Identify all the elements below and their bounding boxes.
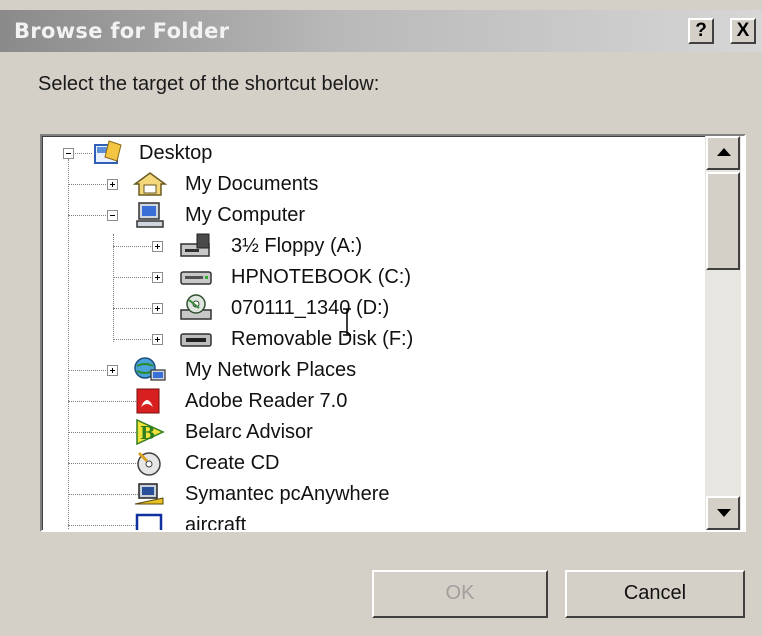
belarc-advisor-icon: B [136,418,165,446]
tree-line [113,277,153,278]
title-bar[interactable]: Browse for Folder ? X [0,10,762,52]
my-computer-icon [136,202,164,228]
my-documents-icon [133,172,167,196]
tree-line [113,308,153,309]
hard-drive-icon [180,271,212,285]
tree-item-cd-drive[interactable]: 070111_1340 (D:) [231,297,389,320]
expand-toggle-floppy[interactable] [152,241,163,252]
scroll-up-button[interactable] [706,136,740,170]
dialog-title: Browse for Folder [14,19,230,43]
tree-line [68,494,138,495]
svg-text:B: B [140,423,155,444]
tree-item-hpnotebook[interactable]: HPNOTEBOOK (C:) [231,266,411,289]
expand-toggle-my-documents[interactable] [107,179,118,190]
tree-line [113,234,114,342]
tree-item-create-cd[interactable]: Create CD [185,452,279,475]
text-cursor-icon [343,308,351,336]
tree-line [68,215,112,216]
instruction-text: Select the target of the shortcut below: [38,73,380,95]
tree-line [68,525,138,526]
desktop-icon [94,140,122,164]
ok-button[interactable]: OK [372,570,548,618]
tree-item-network-places[interactable]: My Network Places [185,359,356,382]
expand-toggle-removable-disk[interactable] [152,334,163,345]
pcanywhere-icon [134,483,164,505]
tree-line [113,339,153,340]
tree-line [68,401,138,402]
tree-line [68,184,112,185]
removable-disk-icon [180,333,212,347]
arrow-down-icon [717,509,731,517]
close-button[interactable]: X [730,18,756,44]
tree-line [68,370,112,371]
tree-item-belarc-advisor[interactable]: Belarc Advisor [185,421,313,444]
expand-toggle-cd-drive[interactable] [152,303,163,314]
network-places-icon [134,357,166,381]
scroll-down-button[interactable] [706,496,740,530]
tree-item-my-documents[interactable]: My Documents [185,173,318,196]
tree-item-pcanywhere[interactable]: Symantec pcAnywhere [185,483,390,506]
arrow-up-icon [717,148,731,156]
browse-for-folder-dialog: Browse for Folder ? X Select the target … [0,0,762,636]
expand-toggle-network-places[interactable] [107,365,118,376]
cd-drive-icon [180,294,212,320]
folder-tree[interactable]: Desktop My Documents My Computer 3½ Flop… [40,134,746,532]
folder-outline-icon [135,513,163,530]
tree-line [113,246,153,247]
collapse-toggle-my-computer[interactable] [107,210,118,221]
tree-item-my-computer[interactable]: My Computer [185,204,305,227]
collapse-toggle-desktop[interactable] [63,148,74,159]
tree-item-desktop[interactable]: Desktop [139,142,212,165]
tree-line [68,432,138,433]
scroll-thumb[interactable] [706,172,740,270]
tree-line [68,463,138,464]
tree-item-floppy[interactable]: 3½ Floppy (A:) [231,235,362,258]
tree-viewport: Desktop My Documents My Computer 3½ Flop… [42,136,706,530]
create-cd-icon [137,451,161,476]
tree-item-adobe-reader[interactable]: Adobe Reader 7.0 [185,390,347,413]
cancel-button[interactable]: Cancel [565,570,745,618]
expand-toggle-hpnotebook[interactable] [152,272,163,283]
tree-item-removable-disk[interactable]: Removable Disk (F:) [231,328,413,351]
vertical-scrollbar[interactable] [705,136,741,530]
tree-item-aircraft[interactable]: aircraft [185,514,246,530]
floppy-drive-icon [180,233,210,257]
adobe-reader-icon [136,388,160,414]
help-button[interactable]: ? [688,18,714,44]
